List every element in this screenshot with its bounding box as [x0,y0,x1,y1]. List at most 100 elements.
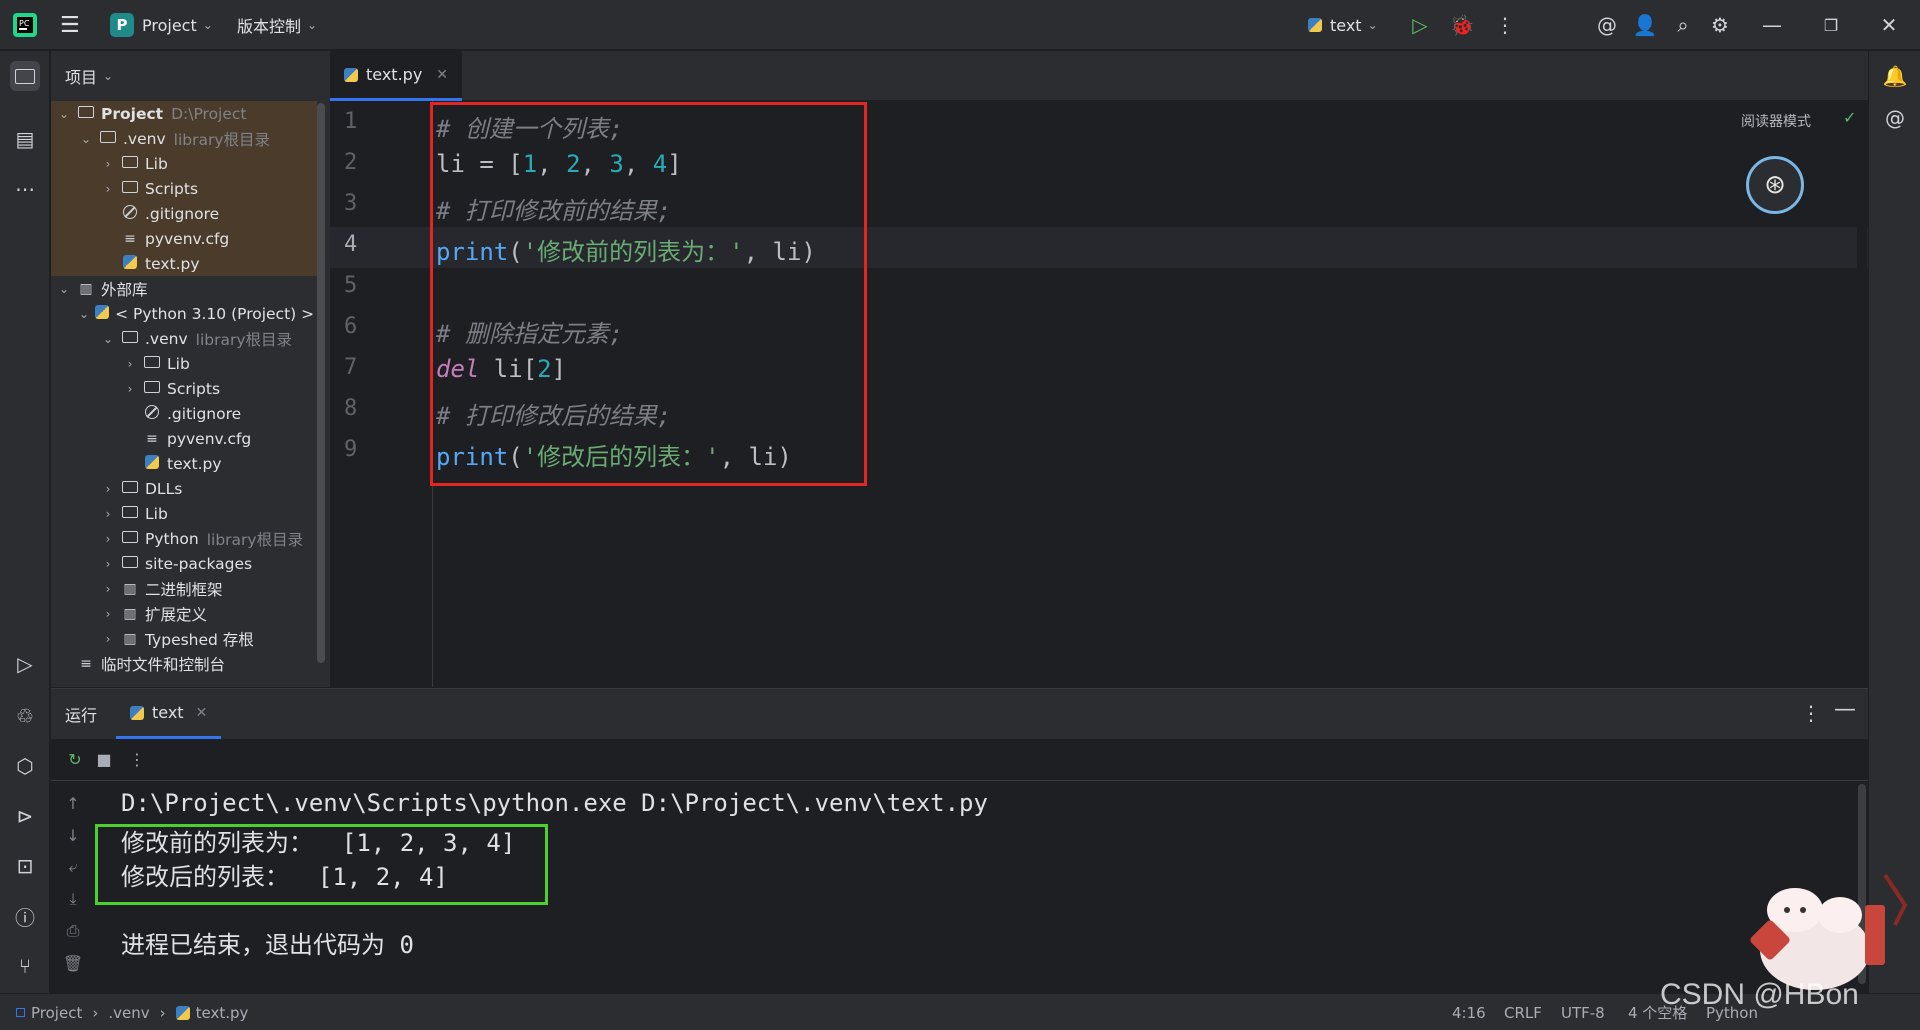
search-icon[interactable]: ⌕ [1668,10,1698,40]
structure-icon[interactable]: ▤ [10,124,40,154]
project-switcher[interactable]: P Project ⌄ [110,0,213,50]
tree-item[interactable]: ≡ 临时文件和控制台 [51,651,317,676]
tree-item[interactable]: ≡ pyvenv.cfg [51,226,317,251]
chevron-right-icon[interactable]: › [101,157,115,171]
chevron-right-icon[interactable]: › [123,357,137,371]
tree-item[interactable]: ⌄< Python 3.10 (Project) >D: [51,301,317,326]
chevron-down-icon[interactable]: ⌄ [79,307,89,321]
chevron-right-icon[interactable]: › [101,557,115,571]
git-branch-icon[interactable]: ⑂ [10,951,40,981]
run-tab-text[interactable]: text ✕ [116,689,222,739]
chevron-down-icon[interactable]: ⌄ [79,132,93,146]
python-packages-icon[interactable]: ⬡ [10,751,40,781]
scroll-up-icon[interactable]: ↑ [59,789,87,817]
tree-item[interactable]: text.py [51,451,317,476]
tree-item[interactable]: ⌄ ▥ 外部库 [51,276,317,301]
file-encoding[interactable]: UTF-8 [1561,994,1605,1030]
more-vertical-icon[interactable]: ⋮ [123,745,151,773]
python-console-icon[interactable]: ♲ [10,701,40,731]
add-user-icon[interactable]: 👤 [1630,10,1660,40]
gear-icon[interactable]: ⚙ [1705,10,1735,40]
main-menu-icon[interactable]: ☰ [60,0,80,50]
chevron-right-icon[interactable]: › [101,182,115,196]
tree-item[interactable]: › Scripts [51,376,317,401]
problems-icon[interactable]: ⓘ [10,901,40,931]
cursor-position[interactable]: 4:16 [1452,994,1486,1030]
tree-item[interactable]: › Python library根目录 [51,526,317,551]
folder-icon [99,130,117,147]
bell-icon[interactable]: 🔔 [1880,61,1910,91]
tree-item[interactable]: › Lib [51,501,317,526]
scroll-to-end-icon[interactable]: ⤓ [59,885,87,913]
chevron-right-icon[interactable]: › [101,482,115,496]
vcs-menu[interactable]: 版本控制 ⌄ [237,0,317,50]
close-tab-icon[interactable]: ✕ [436,67,448,83]
tree-item[interactable]: ⌄ .venv library根目录 [51,326,317,351]
tree-item[interactable]: ⌄ .venv library根目录 [51,126,317,151]
minimize-icon[interactable]: — [1757,10,1787,40]
chevron-down-icon[interactable]: ⌄ [101,332,115,346]
project-folder-icon[interactable] [10,61,40,91]
chevron-right-icon[interactable]: › [101,582,115,596]
chevron-down-icon: ⌄ [202,18,213,32]
ai-chat-icon[interactable]: @ [1880,103,1910,133]
run-icon[interactable]: ▷ [1405,10,1435,40]
tree-item[interactable]: › ▥ Typeshed 存根 [51,626,317,651]
scroll-down-icon[interactable]: ↓ [59,821,87,849]
more-vertical-icon[interactable]: ⋮ [1801,701,1821,725]
chevron-down-icon[interactable]: ⌄ [57,282,71,296]
ai-assistant-icon[interactable]: @ [1592,10,1622,40]
tree-item[interactable]: ⌄ Project D:\Project [51,101,317,126]
more-vertical-icon[interactable]: ⋮ [1490,10,1520,40]
chevron-right-icon[interactable]: › [101,607,115,621]
project-panel-header[interactable]: 项目 ⌄ [51,51,330,101]
chevron-right-icon[interactable]: › [101,532,115,546]
project-scrollbar[interactable] [317,103,325,663]
tree-item[interactable]: › site-packages [51,551,317,576]
run-config-label: text [1330,15,1362,35]
reader-mode-toggle[interactable]: 阅读器模式 [1741,111,1811,131]
close-tab-icon[interactable]: ✕ [196,705,208,721]
chevron-right-icon: › [92,1003,99,1022]
breadcrumb-project[interactable]: Project [31,1004,82,1022]
chevron-down-icon[interactable]: ⌄ [57,107,71,121]
chevron-right-icon[interactable]: › [101,507,115,521]
tree-item[interactable]: › ▥ 扩展定义 [51,601,317,626]
soft-wrap-icon[interactable]: ⤶ [59,853,87,881]
tree-item[interactable]: › Lib [51,351,317,376]
terminal-icon[interactable]: ⊡ [10,851,40,881]
run-tool-icon[interactable]: ▷ [10,649,40,679]
stop-icon[interactable]: ■ [90,745,118,773]
tree-item[interactable]: › ▥ 二进制框架 [51,576,317,601]
tree-item[interactable]: › DLLs [51,476,317,501]
tree-item[interactable]: .gitignore [51,401,317,426]
breadcrumb-venv[interactable]: .venv [108,1004,149,1022]
tree-item[interactable]: .gitignore [51,201,317,226]
tree-item[interactable]: › Scripts [51,176,317,201]
ai-assistant-avatar-icon[interactable]: ⊛ [1746,156,1804,214]
trash-icon[interactable]: 🗑 [59,949,87,977]
chevron-right-icon[interactable]: › [123,382,137,396]
more-horizontal-icon[interactable]: ⋯ [10,174,40,204]
tree-item[interactable]: › Lib [51,151,317,176]
close-icon[interactable]: ✕ [1874,10,1904,40]
run-config-selector[interactable]: text ⌄ [1308,0,1378,50]
chevron-right-icon[interactable]: › [101,632,115,646]
editor-scrollbar[interactable] [1857,101,1867,687]
rerun-icon[interactable]: ↻ [61,745,89,773]
tree-item[interactable]: ≡ pyvenv.cfg [51,426,317,451]
tree-item[interactable]: text.py [51,251,317,276]
line-number: 3 [344,191,358,216]
app-logo-icon[interactable]: PC [12,0,38,50]
services-icon[interactable]: ⊳ [10,801,40,831]
folder-icon [121,555,139,572]
tree-item-hint: D:\Project [171,104,247,123]
restore-icon[interactable]: ❐ [1816,10,1846,40]
tab-text-py[interactable]: text.py ✕ [330,51,463,101]
line-separator[interactable]: CRLF [1504,994,1542,1030]
breadcrumb-file[interactable]: text.py [196,1004,249,1022]
print-icon[interactable]: ⎙ [59,917,87,945]
minimize-panel-icon[interactable]: — [1834,697,1856,722]
python-icon [95,304,110,323]
debug-icon[interactable]: 🐞 [1447,10,1477,40]
